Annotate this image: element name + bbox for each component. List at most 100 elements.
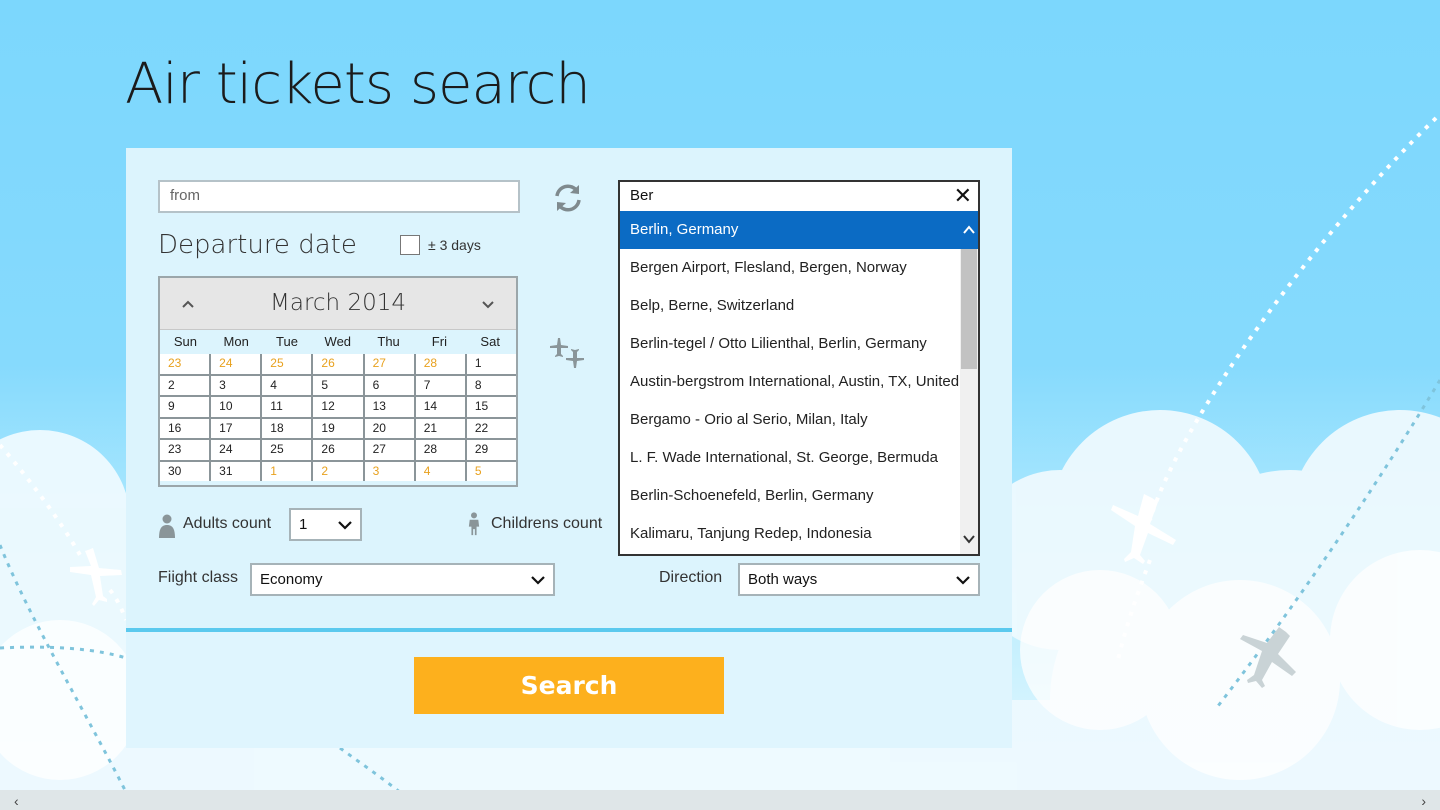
calendar-day[interactable]: 26 — [313, 440, 363, 460]
adults-count-value: 1 — [299, 516, 308, 533]
suggestion-item[interactable]: Berlin, Germany — [620, 211, 962, 249]
calendar-month-label: March 2014 — [270, 290, 406, 316]
calendar-day[interactable]: 7 — [415, 375, 465, 395]
suggestion-list[interactable]: Berlin, Germany Bergen Airport, Flesland,… — [618, 211, 980, 556]
chevron-down-icon — [956, 576, 970, 585]
suggestion-item[interactable]: Kalimaru, Tanjung Redep, Indonesia — [620, 515, 962, 553]
calendar-day[interactable]: 6 — [364, 375, 414, 395]
calendar-day[interactable]: 29 — [466, 440, 516, 460]
calendar-day[interactable]: 8 — [466, 375, 516, 395]
calendar-day[interactable]: 28 — [415, 440, 465, 460]
search-panel: from Ber ✕ Departure date ± 3 days March… — [126, 148, 1012, 748]
calendar-weekday-row: Sun Mon Tue Wed Thu Fri Sat — [160, 334, 516, 352]
suggestion-item[interactable]: Berlin-Schoenefeld, Berlin, Germany — [620, 477, 962, 515]
calendar-day[interactable]: 22 — [466, 418, 516, 438]
suggestion-item[interactable]: Belp, Berne, Switzerland — [620, 287, 962, 325]
swap-arrows-icon[interactable] — [550, 180, 586, 216]
suggestion-item[interactable]: Bergamo - Orio al Serio, Milan, Italy — [620, 401, 962, 439]
calendar-day[interactable]: 5 — [313, 375, 363, 395]
horizontal-scrollbar[interactable]: ‹ › — [0, 790, 1440, 810]
calendar-day[interactable]: 13 — [364, 397, 414, 417]
calendar-day[interactable]: 10 — [211, 397, 261, 417]
calendar-day[interactable]: 23 — [160, 440, 210, 460]
chevron-down-icon — [531, 576, 545, 585]
search-button[interactable]: Search — [414, 657, 724, 714]
direction-label: Direction — [659, 569, 723, 586]
weekday-label: Wed — [324, 334, 352, 349]
calendar: March 2014 Sun Mon Tue Wed Thu Fri Sat 23 24 25 2… — [158, 276, 518, 487]
calendar-day[interactable]: 16 — [160, 418, 210, 438]
weekday-label: Sat — [480, 334, 500, 349]
calendar-day[interactable]: 1 — [262, 461, 312, 481]
adults-count-select[interactable]: 1 — [289, 508, 362, 541]
calendar-day[interactable]: 24 — [211, 440, 261, 460]
scroll-right-icon[interactable]: › — [1421, 793, 1426, 809]
adults-count-label: Adults count — [183, 515, 272, 532]
adult-person-icon — [159, 514, 175, 538]
calendar-day[interactable]: 31 — [211, 461, 261, 481]
calendar-day-grid: 23 24 25 26 27 28 1 2 3 4 5 6 7 8 9 10 11 12 13 14 15 16 17 18 1… — [160, 354, 516, 481]
suggestion-item[interactable]: Bergen Airport, Flesland, Bergen, Norway — [620, 249, 962, 287]
calendar-day[interactable]: 28 — [415, 354, 465, 374]
chevron-down-icon — [963, 535, 975, 544]
calendar-day[interactable]: 17 — [211, 418, 261, 438]
scroll-left-icon[interactable]: ‹ — [14, 793, 19, 809]
calendar-day[interactable]: 25 — [262, 354, 312, 374]
suggestion-item[interactable]: L. F. Wade International, St. George, Be… — [620, 439, 962, 477]
calendar-day[interactable]: 9 — [160, 397, 210, 417]
direction-value: Both ways — [748, 571, 818, 588]
suggestion-item[interactable]: Austin-bergstrom International, Austin, … — [620, 363, 962, 401]
calendar-day[interactable]: 3 — [211, 375, 261, 395]
chevron-down-icon[interactable] — [478, 294, 498, 314]
scrollbar-thumb[interactable] — [961, 249, 977, 369]
calendar-day[interactable]: 23 — [160, 354, 210, 374]
calendar-day[interactable]: 2 — [160, 375, 210, 395]
calendar-day[interactable]: 30 — [160, 461, 210, 481]
calendar-day[interactable]: 14 — [415, 397, 465, 417]
weekday-label: Thu — [377, 334, 400, 349]
flight-class-select[interactable]: Economy — [250, 563, 555, 596]
to-input[interactable]: Ber ✕ — [618, 180, 980, 213]
calendar-day[interactable]: 27 — [364, 440, 414, 460]
from-input[interactable]: from — [158, 180, 520, 213]
calendar-day[interactable]: 20 — [364, 418, 414, 438]
calendar-day[interactable]: 4 — [415, 461, 465, 481]
calendar-day[interactable]: 24 — [211, 354, 261, 374]
calendar-day[interactable]: 15 — [466, 397, 516, 417]
flight-class-label: Fiight class — [158, 569, 239, 586]
calendar-day[interactable]: 12 — [313, 397, 363, 417]
direction-select[interactable]: Both ways — [738, 563, 980, 596]
calendar-header: March 2014 — [160, 278, 516, 330]
flex-days-checkbox[interactable] — [400, 235, 420, 255]
calendar-day[interactable]: 25 — [262, 440, 312, 460]
clear-icon[interactable]: ✕ — [954, 183, 972, 209]
calendar-day[interactable]: 11 — [262, 397, 312, 417]
suggestion-item[interactable]: Berlin-tegel / Otto Lilienthal, Berlin, … — [620, 325, 962, 363]
page-title: Air tickets search — [125, 52, 591, 117]
calendar-day[interactable]: 5 — [466, 461, 516, 481]
weekday-label: Fri — [431, 334, 447, 349]
calendar-day[interactable]: 19 — [313, 418, 363, 438]
calendar-day[interactable]: 3 — [364, 461, 414, 481]
departure-date-label: Departure date — [158, 230, 357, 260]
weekday-label: Tue — [276, 334, 298, 349]
childrens-count-label: Childrens count — [491, 515, 603, 532]
weekday-label: Mon — [223, 334, 249, 349]
flight-class-value: Economy — [260, 571, 323, 588]
to-input-value: Ber — [630, 187, 654, 204]
scroll-down-button[interactable] — [960, 530, 978, 548]
calendar-day[interactable]: 1 — [466, 354, 516, 374]
scroll-up-button[interactable] — [960, 211, 978, 249]
suggestion-scrollbar[interactable] — [960, 211, 978, 554]
chevron-up-icon — [963, 225, 975, 234]
calendar-day[interactable]: 27 — [364, 354, 414, 374]
calendar-day[interactable]: 26 — [313, 354, 363, 374]
calendar-day[interactable]: 2 — [313, 461, 363, 481]
calendar-day[interactable]: 4 — [262, 375, 312, 395]
planes-icon — [550, 338, 584, 368]
calendar-day[interactable]: 21 — [415, 418, 465, 438]
weekday-label: Sun — [173, 334, 197, 349]
chevron-down-icon — [338, 521, 352, 530]
calendar-day[interactable]: 18 — [262, 418, 312, 438]
child-person-icon — [468, 512, 480, 536]
